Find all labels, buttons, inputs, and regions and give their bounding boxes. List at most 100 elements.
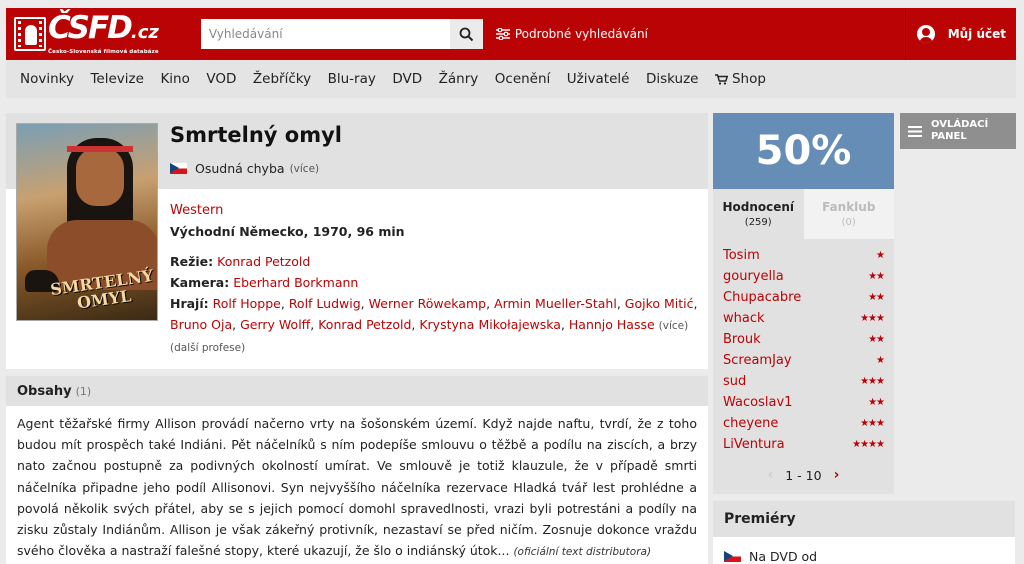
cast-link[interactable]: Gojko Mitić — [625, 296, 694, 311]
premiere-label: Na DVD od — [749, 549, 818, 564]
user-rating-item: Tosim ★ — [723, 245, 885, 266]
user-link[interactable]: Tosim — [723, 248, 760, 263]
user-rating-list: Tosim ★ gouryella ★★ Chupacabre ★★ whack ★★★ Bro… — [713, 239, 894, 455]
control-panel-label-2: PANEL — [931, 131, 967, 142]
synopsis-count: (1) — [75, 384, 92, 398]
nav-item-uzivatele[interactable]: Uživatelé — [567, 71, 630, 87]
tab-label: Fanklub — [822, 200, 876, 214]
shop-label: Shop — [731, 71, 766, 87]
cast-link[interactable]: Gerry Wolff — [240, 317, 310, 332]
original-title-row: Osudná chyba (více) — [170, 161, 319, 176]
account-label: Můj účet — [947, 27, 1006, 41]
user-link[interactable]: Chupacabre — [723, 290, 801, 305]
search-button[interactable] — [449, 19, 483, 49]
user-link[interactable]: Wacoslav1 — [723, 395, 792, 410]
original-title: Osudná chyba — [195, 161, 285, 176]
synopsis-heading: Obsahy — [17, 383, 72, 399]
user-link[interactable]: cheyene — [723, 416, 778, 431]
czech-flag-icon — [724, 551, 741, 562]
user-link[interactable]: ScreamJay — [723, 353, 792, 368]
cast-link[interactable]: Werner Röwekamp — [369, 296, 486, 311]
user-rating-item: ScreamJay ★ — [723, 350, 885, 371]
director-row: Režie: Konrad Petzold — [170, 251, 310, 272]
cast-link[interactable]: Rolf Ludwig — [289, 296, 361, 311]
star-rating-icon: ★ — [876, 355, 885, 366]
nav-item-kino[interactable]: Kino — [160, 71, 189, 87]
film-title: Smrtelný omyl — [170, 123, 342, 147]
star-rating-icon: ★★ — [868, 334, 885, 345]
prev-page-button[interactable]: ‹ — [768, 467, 774, 483]
cast-link[interactable]: Hannjo Hasse — [569, 317, 655, 332]
cart-icon — [714, 73, 728, 85]
search-input[interactable] — [200, 19, 450, 49]
cast-link[interactable]: Krystyna Mikołajewska — [419, 317, 561, 332]
user-link[interactable]: gouryella — [723, 269, 784, 284]
star-rating-icon: ★★★ — [860, 313, 885, 324]
user-rating-item: Brouk ★★ — [723, 329, 885, 350]
original-title-more-link[interactable]: (více) — [290, 163, 320, 175]
sliders-icon — [495, 28, 510, 40]
nav-item-zanry[interactable]: Žánry — [439, 71, 479, 87]
nav-item-novinky[interactable]: Novinky — [20, 71, 74, 87]
film-poster[interactable]: SMRTELNÝ OMYL — [16, 123, 158, 321]
nav-item-dvd[interactable]: DVD — [392, 71, 422, 87]
user-rating-item: gouryella ★★ — [723, 266, 885, 287]
user-rating-item: Wacoslav1 ★★ — [723, 392, 885, 413]
control-panel-button[interactable]: OVLÁDACÍ PANEL — [900, 113, 1016, 149]
synopsis-source: (oficiální text distributora) — [513, 546, 652, 559]
synopsis-text-block: Agent těžařské firmy Allison provádí nač… — [6, 406, 708, 563]
more-professions-link[interactable]: (další profese) — [170, 342, 245, 354]
user-link[interactable]: Brouk — [723, 332, 761, 347]
user-icon — [916, 25, 935, 43]
synopsis-text: Agent těžařské firmy Allison provádí nač… — [17, 416, 697, 559]
star-rating-icon: ★★★ — [860, 376, 885, 387]
nav-item-shop[interactable]: Shop — [714, 71, 766, 87]
user-link[interactable]: whack — [723, 311, 765, 326]
advanced-search-link[interactable]: Podrobné vyhledávání — [495, 27, 648, 41]
tab-hodnoceni[interactable]: Hodnocení (259) — [713, 189, 804, 239]
rating-box: 50% Hodnocení (259) Fanklub (0) Tosim ★ go… — [713, 113, 894, 494]
logo-text: ČSFD — [48, 10, 133, 46]
synopsis-box: Obsahy (1) Agent těžařské firmy Allison … — [6, 376, 708, 564]
tab-count: (259) — [744, 217, 772, 228]
director-label: Režie: — [170, 254, 214, 269]
search-box — [200, 19, 483, 49]
star-rating-icon: ★★ — [868, 271, 885, 282]
nav-item-bluray[interactable]: Blu-ray — [328, 71, 376, 87]
genre-link[interactable]: Western — [170, 203, 223, 218]
synopsis-header: Obsahy (1) — [6, 376, 708, 406]
director-link[interactable]: Konrad Petzold — [217, 254, 310, 269]
cast-link[interactable]: Bruno Oja — [170, 317, 232, 332]
header: ČSFD.cz Česko-Slovenská filmová databáze… — [6, 8, 1016, 60]
tab-label: Hodnocení — [722, 200, 795, 214]
menu-icon — [908, 125, 922, 137]
logo-suffix: .cz — [130, 22, 159, 43]
cast-label: Hrají: — [170, 296, 209, 311]
tab-fanklub[interactable]: Fanklub (0) — [803, 189, 894, 239]
nav-item-diskuze[interactable]: Diskuze — [646, 71, 699, 87]
nav-item-televize[interactable]: Televize — [90, 71, 143, 87]
user-link[interactable]: sud — [723, 374, 746, 389]
next-page-button[interactable]: › — [834, 467, 840, 483]
nav-item-oceneni[interactable]: Ocenění — [495, 71, 551, 87]
cast-link[interactable]: Armin Mueller-Stahl — [494, 296, 617, 311]
user-rating-item: cheyene ★★★ — [723, 413, 885, 434]
premieres-box: Premiéry Na DVD od — [713, 501, 1015, 564]
cast-link[interactable]: Konrad Petzold — [318, 317, 411, 332]
user-rating-item: sud ★★★ — [723, 371, 885, 392]
user-rating-item: Chupacabre ★★ — [723, 287, 885, 308]
main-nav: Novinky Televize Kino VOD Žebříčky Blu-r… — [6, 60, 1016, 98]
cast-more-link[interactable]: (více) — [659, 320, 689, 332]
star-rating-icon: ★★ — [868, 397, 885, 408]
nav-item-vod[interactable]: VOD — [206, 71, 236, 87]
control-panel-label-1: OVLÁDACÍ — [931, 119, 989, 130]
camera-link[interactable]: Eberhard Borkmann — [233, 275, 358, 290]
user-link[interactable]: LiVentura — [723, 437, 785, 452]
film-origin: Východní Německo, 1970, 96 min — [170, 224, 405, 239]
nav-item-zebricky[interactable]: Žebříčky — [253, 71, 311, 87]
film-strip-icon — [14, 17, 46, 51]
csfd-logo[interactable]: ČSFD.cz Česko-Slovenská filmová databáze — [14, 12, 159, 56]
pager-range: 1 - 10 — [785, 467, 822, 483]
account-button[interactable]: Můj účet — [904, 8, 1016, 60]
cast-link[interactable]: Rolf Hoppe — [213, 296, 281, 311]
